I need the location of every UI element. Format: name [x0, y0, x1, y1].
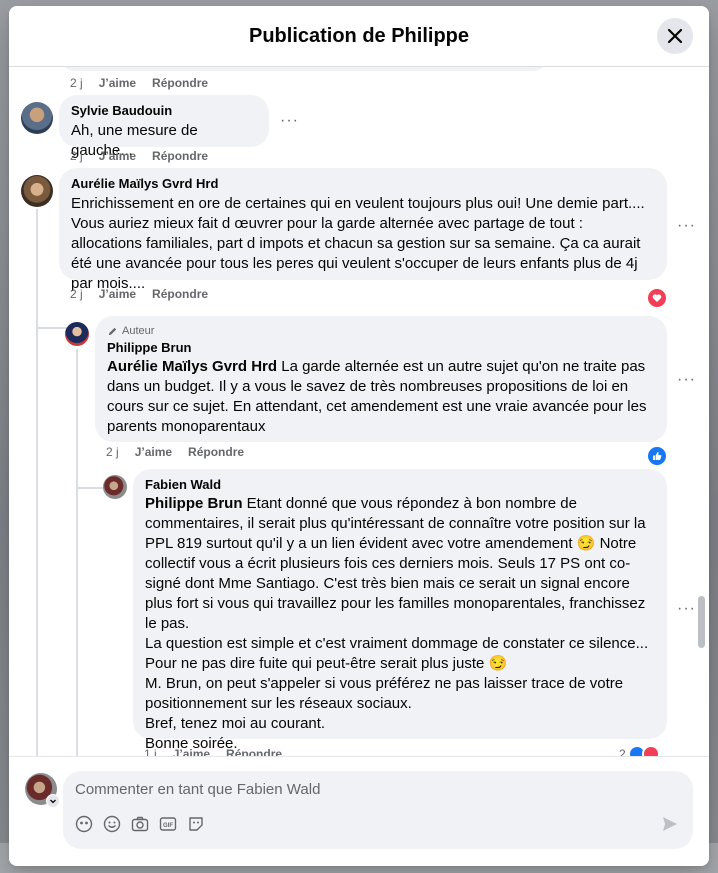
avatar-aurelie[interactable] — [21, 175, 53, 207]
dialog-header: Publication de Philippe — [9, 6, 709, 67]
close-icon — [667, 28, 683, 44]
svg-text:GIF: GIF — [163, 823, 173, 829]
chevron-down-icon[interactable] — [46, 794, 60, 808]
reply-link[interactable]: Répondre — [152, 287, 208, 301]
comment-text: Enrichissement en ore de certaines qui e… — [71, 195, 645, 292]
send-icon[interactable] — [661, 815, 679, 833]
comment-bubble-philippe: Auteur Philippe Brun Aurélie Maïlys Gvrd… — [95, 316, 667, 442]
like-link[interactable]: J’aime — [99, 149, 136, 163]
author-name[interactable]: Aurélie Maïlys Gvrd Hrd — [71, 176, 655, 192]
author-name[interactable]: Philippe Brun — [107, 340, 655, 356]
thread-line — [36, 209, 38, 756]
post-dialog: Publication de Philippe 2 j J’aime Répon… — [9, 6, 709, 866]
avatar-sticker-icon[interactable] — [75, 815, 93, 833]
mention-tag[interactable]: Aurélie Maïlys Gvrd Hrd — [107, 358, 277, 375]
reply-link[interactable]: Répondre — [152, 76, 208, 90]
previous-comment-bubble — [59, 67, 549, 71]
thread-line — [76, 349, 78, 756]
close-button[interactable] — [657, 18, 693, 54]
comment-input[interactable]: Commenter en tant que Fabien Wald GIF — [63, 771, 693, 849]
comment-bubble-sylvie: Sylvie Baudouin Ah, une mesure de gauche… — [59, 95, 269, 159]
like-link[interactable]: J’aime — [135, 445, 172, 459]
avatar-fabien[interactable] — [103, 475, 127, 499]
comments-scroll-area[interactable]: 2 j J’aime Répondre Sylvie Baudouin Ah, … — [9, 67, 709, 756]
composer-tools: GIF — [75, 815, 205, 833]
gif-icon[interactable]: GIF — [159, 815, 177, 833]
comment-text: Philippe Brun Etant donné que vous répon… — [145, 494, 655, 634]
reply-link[interactable]: Répondre — [226, 747, 282, 756]
thread-connector — [77, 487, 103, 489]
comment-time: 2 j — [70, 287, 83, 301]
comment-paragraph: Bref, tenez moi au courant. — [145, 715, 326, 732]
comment-time: 2 j — [70, 76, 83, 90]
emoji-icon[interactable] — [103, 815, 121, 833]
pencil-icon — [108, 327, 117, 335]
author-name[interactable]: Sylvie Baudouin — [71, 103, 257, 119]
like-link[interactable]: J’aime — [99, 287, 136, 301]
more-options-icon[interactable]: ··· — [677, 371, 696, 389]
love-reaction-icon[interactable] — [646, 287, 668, 309]
previous-comment-actions: 2 j J’aime Répondre — [70, 76, 208, 90]
comment-input-placeholder: Commenter en tant que Fabien Wald — [75, 781, 321, 798]
reply-link[interactable]: Répondre — [188, 445, 244, 459]
camera-icon[interactable] — [131, 815, 149, 833]
comment-actions-aurelie: 2 j J’aime Répondre — [70, 287, 208, 301]
avatar-sylvie[interactable] — [21, 102, 53, 134]
more-options-icon[interactable]: ··· — [677, 217, 696, 235]
reaction-count: 2 — [619, 747, 626, 756]
comment-actions-philippe: 2 j J’aime Répondre — [106, 445, 244, 459]
comment-composer-bar: Commenter en tant que Fabien Wald GIF — [9, 756, 709, 866]
reaction-summary[interactable]: 2 — [619, 745, 660, 756]
like-reaction-icon[interactable] — [646, 445, 668, 467]
more-options-icon[interactable]: ··· — [677, 600, 696, 618]
comment-actions-sylvie: 2 j J’aime Répondre — [70, 149, 208, 163]
author-badge: Auteur — [107, 324, 655, 338]
comment-time: 2 j — [106, 445, 119, 459]
comment-actions-fabien: 1 j J’aime Répondre — [144, 747, 282, 756]
comment-time: 1 j — [144, 747, 157, 756]
comment-body: Etant donné que vous répondez à bon nomb… — [145, 495, 646, 632]
comment-paragraph: M. Brun, on peut s'appeler si vous préfé… — [145, 675, 624, 712]
comment-time: 2 j — [70, 149, 83, 163]
comment-bubble-fabien: Fabien Wald Philippe Brun Etant donné qu… — [133, 469, 667, 752]
comment-bubble-aurelie: Aurélie Maïlys Gvrd Hrd Enrichissement e… — [59, 168, 667, 292]
avatar-philippe[interactable] — [65, 322, 89, 346]
love-reaction-icon — [641, 745, 660, 756]
mention-tag[interactable]: Philippe Brun — [145, 495, 243, 512]
like-link[interactable]: J’aime — [173, 747, 210, 756]
comment-text: Aurélie Maïlys Gvrd Hrd La garde alterné… — [107, 357, 655, 437]
like-link[interactable]: J’aime — [99, 76, 136, 90]
author-name[interactable]: Fabien Wald — [145, 477, 655, 493]
comment-paragraph: La question est simple et c'est vraiment… — [145, 635, 649, 672]
author-badge-label: Auteur — [122, 325, 155, 337]
reply-link[interactable]: Répondre — [152, 149, 208, 163]
sticker-icon[interactable] — [187, 815, 205, 833]
more-options-icon[interactable]: ··· — [280, 112, 299, 130]
dialog-title: Publication de Philippe — [248, 24, 470, 47]
thread-connector — [37, 327, 67, 329]
scrollbar-thumb[interactable] — [698, 596, 705, 648]
